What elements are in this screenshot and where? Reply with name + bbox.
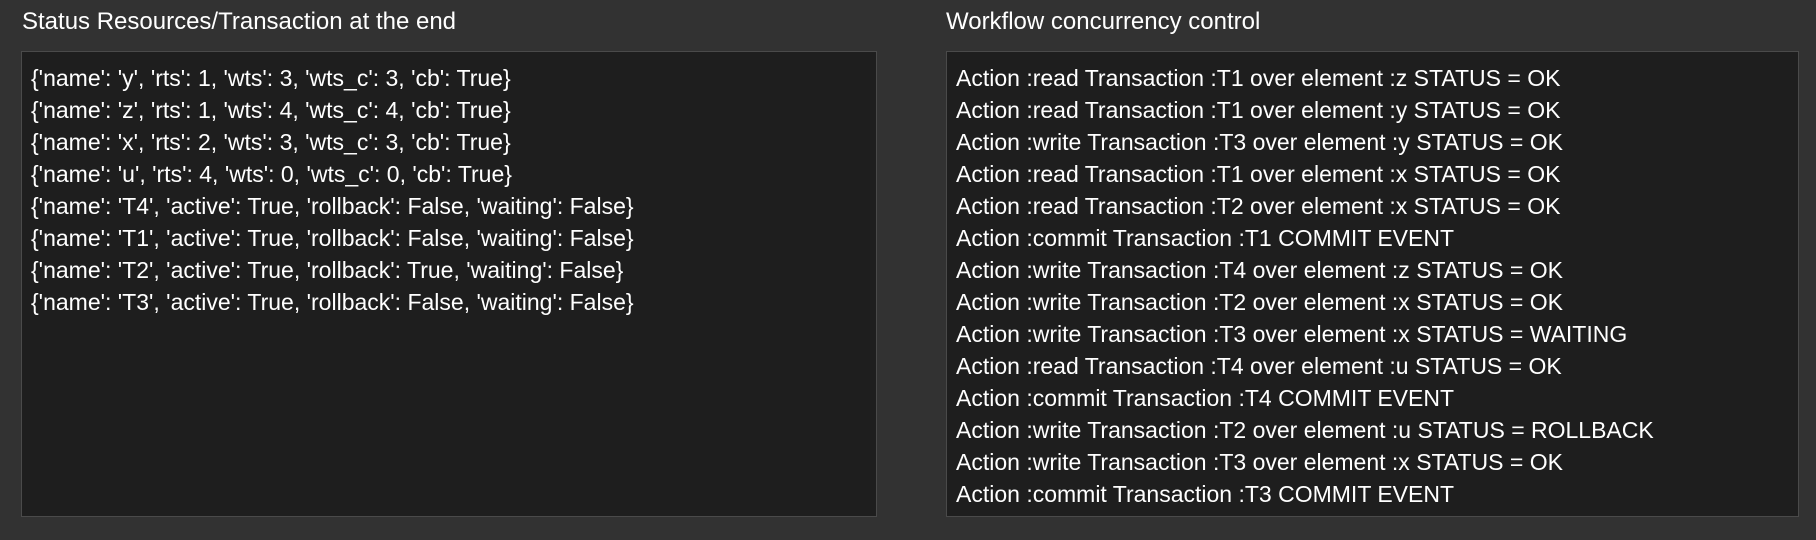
workflow-line: Action :write Transaction :T4 over eleme…	[956, 257, 1563, 283]
workflow-line: Action :write Transaction :T3 over eleme…	[956, 129, 1563, 155]
workflow-line: Action :read Transaction :T2 over elemen…	[956, 193, 1561, 219]
status-line: {'name': 'u', 'rts': 4, 'wts': 0, 'wts_c…	[31, 161, 512, 187]
status-line: {'name': 'y', 'rts': 1, 'wts': 3, 'wts_c…	[31, 65, 511, 91]
workflow-line: Action :commit Transaction :T4 COMMIT EV…	[956, 385, 1455, 411]
workflow-line: Action :read Transaction :T1 over elemen…	[956, 161, 1561, 187]
workflow-line: Action :read Transaction :T1 over elemen…	[956, 97, 1561, 123]
workflow-line: Action :read Transaction :T1 over elemen…	[956, 65, 1561, 91]
workflow-title: Workflow concurrency control	[946, 8, 1261, 35]
status-line: {'name': 'T3', 'active': True, 'rollback…	[31, 289, 634, 315]
workflow-line: Action :write Transaction :T2 over eleme…	[956, 289, 1563, 315]
status-resources-textbox[interactable]: {'name': 'y', 'rts': 1, 'wts': 3, 'wts_c…	[21, 51, 877, 517]
workflow-line: Action :write Transaction :T2 over eleme…	[956, 417, 1654, 443]
workflow-line: Action :write Transaction :T3 over eleme…	[956, 321, 1628, 347]
workflow-line: Action :read Transaction :T4 over elemen…	[956, 353, 1562, 379]
status-line: {'name': 'x', 'rts': 2, 'wts': 3, 'wts_c…	[31, 129, 511, 155]
workflow-line: Action :write Transaction :T3 over eleme…	[956, 449, 1563, 475]
workflow-line: Action :commit Transaction :T3 COMMIT EV…	[956, 481, 1455, 507]
status-line: {'name': 'z', 'rts': 1, 'wts': 4, 'wts_c…	[31, 97, 511, 123]
status-line: {'name': 'T1', 'active': True, 'rollback…	[31, 225, 634, 251]
workflow-line: Action :commit Transaction :T1 COMMIT EV…	[956, 225, 1455, 251]
status-resources-title: Status Resources/Transaction at the end	[22, 8, 457, 35]
status-line: {'name': 'T4', 'active': True, 'rollback…	[31, 193, 634, 219]
workflow-textbox[interactable]: Action :read Transaction :T1 over elemen…	[946, 51, 1799, 517]
status-line: {'name': 'T2', 'active': True, 'rollback…	[31, 257, 624, 283]
